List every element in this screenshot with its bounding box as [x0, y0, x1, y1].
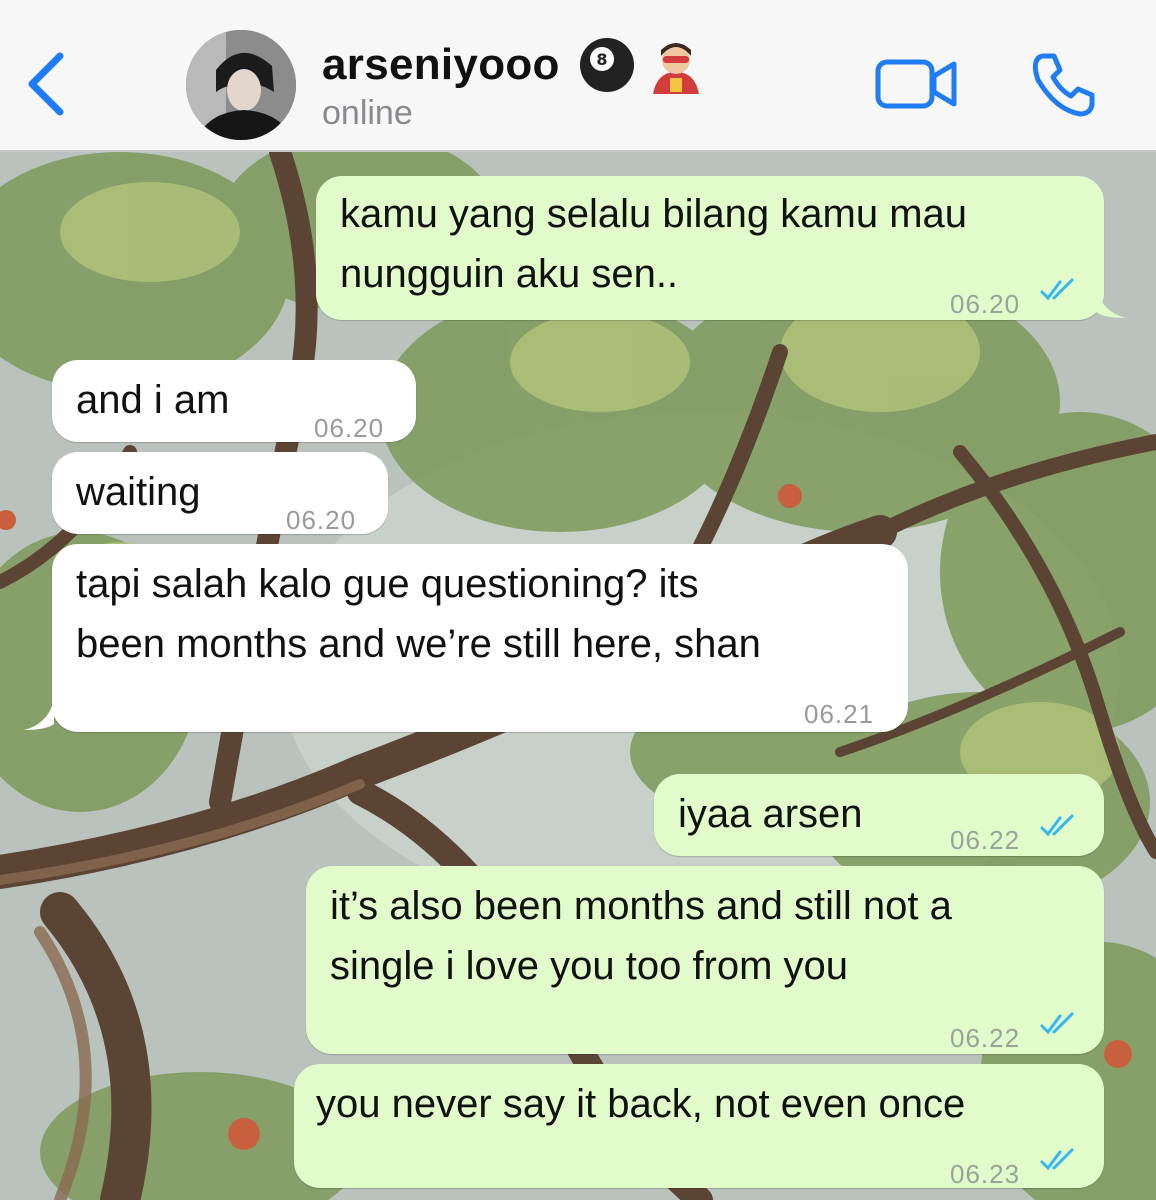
read-ticks-icon	[1040, 814, 1074, 837]
message-bubble-outgoing[interactable]: you never say it back, not even once 06.…	[294, 1064, 1104, 1189]
chat-area[interactable]: kamu yang selalu bilang kamu mau nunggui…	[0, 152, 1156, 1200]
message-time: 06.22	[950, 1023, 1021, 1053]
read-ticks-icon	[1040, 278, 1074, 301]
svg-text:8: 8	[597, 50, 608, 69]
message-time: 06.21	[804, 699, 875, 729]
message-time: 06.20	[314, 413, 385, 443]
message-time: 06.20	[286, 505, 357, 535]
contact-avatar[interactable]	[186, 30, 296, 140]
message-text: kamu yang selalu bilang kamu mau	[340, 192, 968, 236]
message-bubble-incoming[interactable]: waiting 06.20	[52, 452, 388, 535]
contact-status: online	[322, 94, 413, 132]
message-text: been months and we’re still here, shan	[76, 622, 761, 666]
message-time: 06.22	[950, 825, 1021, 855]
bubble-tail	[24, 700, 54, 730]
message-text: it’s also been months and still not a	[330, 884, 952, 928]
message-bubble-outgoing[interactable]: kamu yang selalu bilang kamu mau nunggui…	[316, 176, 1104, 320]
read-ticks-icon	[1040, 1012, 1074, 1035]
contact-title[interactable]: arseniyooo 8	[322, 36, 705, 94]
phone-call-icon[interactable]	[1030, 50, 1098, 118]
back-chevron-icon[interactable]	[22, 48, 72, 120]
chat-header: arseniyooo 8 online	[0, 0, 1156, 152]
message-time: 06.20	[950, 289, 1021, 319]
message-text: single i love you too from you	[330, 944, 849, 988]
message-text: waiting	[76, 470, 201, 514]
message-text: tapi salah kalo gue questioning? its	[76, 562, 699, 606]
message-bubble-incoming[interactable]: tapi salah kalo gue questioning? its bee…	[52, 544, 908, 732]
8-ball-icon: 8	[580, 38, 635, 92]
message-text: and i am	[76, 378, 230, 422]
message-bubble-outgoing[interactable]: it’s also been months and still not a si…	[306, 866, 1104, 1054]
contact-name[interactable]: arseniyooo	[322, 40, 560, 90]
message-bubble-outgoing[interactable]: iyaa arsen 06.22	[654, 774, 1104, 856]
message-time: 06.23	[950, 1159, 1021, 1189]
message-text: iyaa arsen	[678, 792, 863, 836]
message-bubble-incoming[interactable]: and i am 06.20	[52, 360, 416, 443]
video-call-icon[interactable]	[874, 56, 958, 112]
message-text: you never say it back, not even once	[316, 1082, 966, 1126]
bubble-tail	[1096, 288, 1126, 318]
superhero-icon	[652, 43, 699, 94]
message-text: nungguin aku sen..	[340, 252, 679, 296]
read-ticks-icon	[1040, 1148, 1074, 1171]
